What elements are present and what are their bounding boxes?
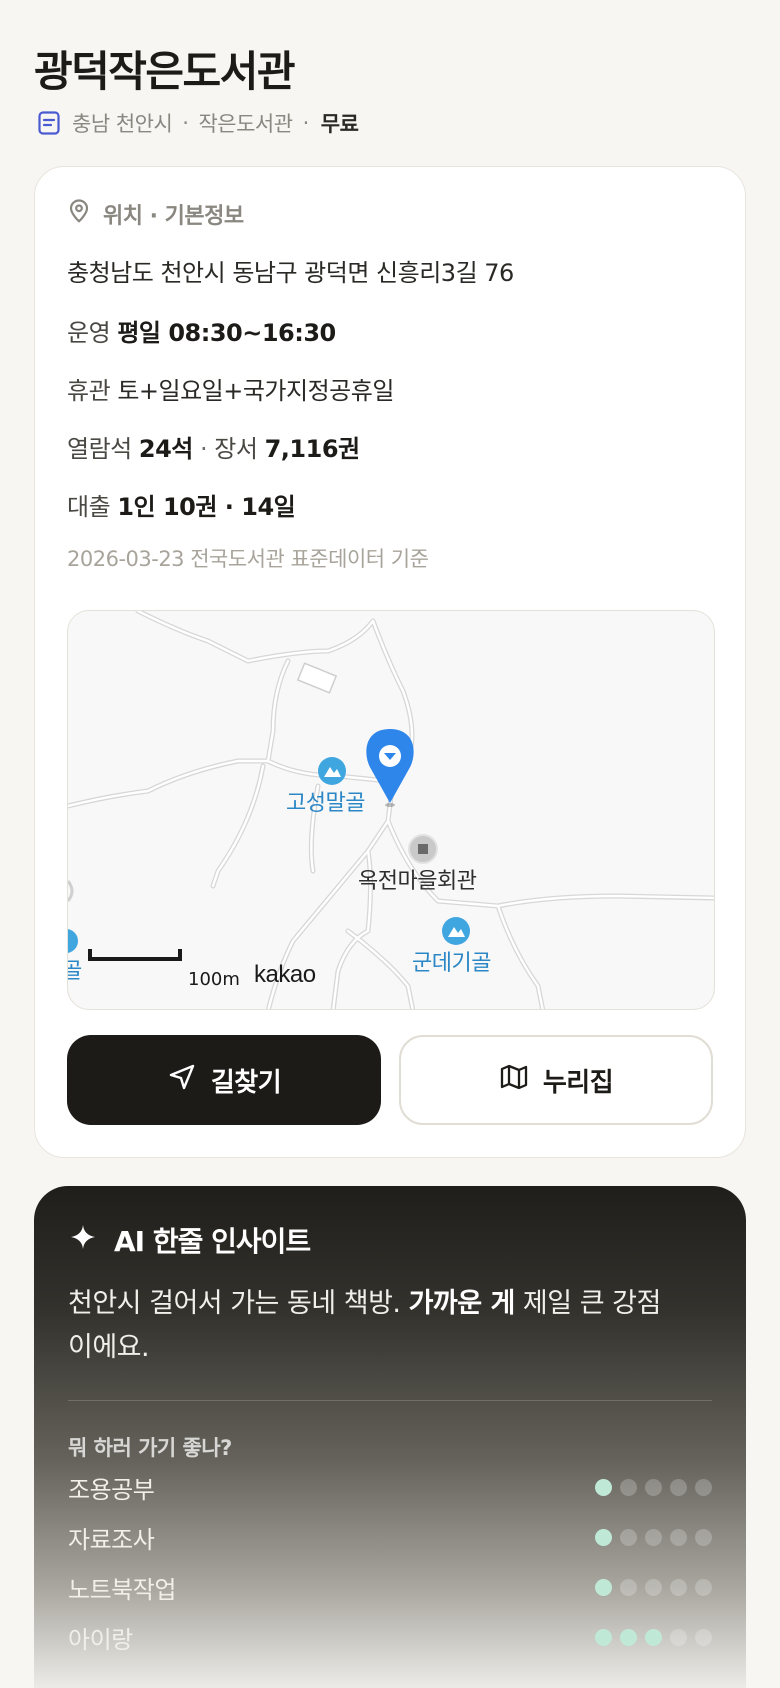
- purpose-row: 자료조사: [68, 1520, 712, 1554]
- rating-dot-empty: [620, 1578, 637, 1596]
- ai-insight-header: AI 한줄 인사이트: [70, 1220, 311, 1260]
- purpose-label: 자료조사: [68, 1525, 155, 1554]
- hours-row: 운영 평일 08:30~16:30: [67, 313, 336, 348]
- rating-dot-empty: [645, 1578, 662, 1596]
- data-source-note: 2026-03-23 전국도서관 표준데이터 기준: [67, 547, 429, 571]
- purpose-rating: [595, 1528, 712, 1546]
- price-badge: 무료: [320, 112, 359, 136]
- rating-dot-empty: [620, 1528, 637, 1546]
- map-provider-logo[interactable]: kakao: [254, 961, 316, 989]
- info-card: 위치 · 기본정보 충청남도 천안시 동남구 광덕면 신흥리3길 76 운영 평…: [34, 166, 746, 1158]
- hours-value: 평일 08:30~16:30: [117, 319, 336, 347]
- ai-insight-title: AI 한줄 인사이트: [114, 1225, 311, 1258]
- mountain-icon-a: [318, 757, 346, 785]
- loan-row: 대출 1인 10권 · 14일: [67, 487, 296, 522]
- seats-label: 열람석: [67, 435, 132, 463]
- rating-dot-empty: [695, 1528, 712, 1546]
- purpose-row: 노트북작업: [68, 1570, 712, 1604]
- purpose-row: 조용공부: [68, 1470, 712, 1504]
- rating-dot-empty: [670, 1628, 687, 1646]
- rating-dot-filled: [595, 1478, 612, 1496]
- purpose-rating: [595, 1578, 712, 1596]
- purpose-label: 조용공부: [68, 1475, 155, 1504]
- rating-dot-empty: [670, 1578, 687, 1596]
- info-section-title: 위치 · 기본정보: [103, 204, 244, 229]
- purpose-label: 아이랑: [68, 1625, 133, 1654]
- map-marker-icon: [366, 729, 414, 807]
- building-icon: [408, 834, 438, 864]
- map-label-place-c: 군데기골: [412, 951, 491, 976]
- ai-insight-text: 천안시 걸어서 가는 동네 책방. 가까운 게 제일 큰 강점이에요.: [68, 1288, 661, 1363]
- purpose-label: 노트북작업: [68, 1575, 176, 1604]
- rating-dot-empty: [645, 1478, 662, 1496]
- loan-value: 1인 10권 · 14일: [117, 493, 296, 521]
- map-roads: [68, 611, 714, 1009]
- closed-value: 토+일요일+국가지정공휴일: [117, 377, 394, 405]
- map-label-place-b: 옥전마을회관: [358, 869, 477, 894]
- mountain-icon-c: [442, 917, 470, 945]
- rating-dot-filled: [595, 1628, 612, 1646]
- map-fold-icon: [499, 1062, 529, 1099]
- rating-dot-empty: [670, 1528, 687, 1546]
- rating-dot-empty: [670, 1478, 687, 1496]
- rating-dot-filled: [595, 1528, 612, 1546]
- purpose-row: 아이랑: [68, 1620, 712, 1654]
- rating-dot-empty: [695, 1478, 712, 1496]
- seats-value: 24석: [138, 435, 193, 463]
- scale-bar: [88, 949, 182, 961]
- document-icon: [36, 110, 62, 136]
- page-title: 광덕작은도서관: [34, 47, 295, 96]
- directions-button[interactable]: 길찾기: [67, 1035, 381, 1125]
- library-type-text: 작은도서관: [198, 112, 293, 136]
- rating-dot-empty: [695, 1578, 712, 1596]
- info-section-header: 위치 · 기본정보: [67, 199, 244, 229]
- rating-dot-empty: [645, 1528, 662, 1546]
- rating-dot-empty: [620, 1478, 637, 1496]
- website-button-label: 누리집: [542, 1067, 614, 1098]
- location-pin-icon: [67, 198, 91, 230]
- region-text: 충남 천안시: [72, 112, 173, 136]
- books-label: 장서: [214, 435, 258, 463]
- rating-dot-empty: [695, 1628, 712, 1646]
- address-text: 충청남도 천안시 동남구 광덕면 신흥리3길 76: [67, 259, 514, 287]
- library-detail-page: 광덕작은도서관 충남 천안시 · 작은도서관 · 무료 위치 · 기본정보 충청…: [0, 0, 780, 1688]
- loan-label: 대출: [67, 493, 111, 521]
- location-map[interactable]: 고성말골 옥전마을회관 군데기골 골 100m kakao: [67, 610, 715, 1010]
- ai-divider: [68, 1400, 712, 1401]
- library-meta: 충남 천안시 · 작은도서관 · 무료: [36, 108, 359, 138]
- ai-insight-card: AI 한줄 인사이트 천안시 걸어서 가는 동네 책방. 가까운 게 제일 큰 …: [34, 1186, 746, 1688]
- navigation-arrow-icon: [167, 1062, 197, 1099]
- capacity-row: 열람석 24석 · 장서 7,116권: [67, 435, 361, 463]
- sparkle-icon: [70, 1224, 96, 1257]
- rating-dot-filled: [620, 1628, 637, 1646]
- closed-row: 휴관 토+일요일+국가지정공휴일: [67, 371, 394, 406]
- purpose-question: 뭐 하러 가기 좋나?: [68, 1436, 232, 1460]
- website-button[interactable]: 누리집: [399, 1035, 713, 1125]
- directions-button-label: 길찾기: [210, 1067, 282, 1098]
- purpose-rating: [595, 1628, 712, 1646]
- map-label-place-a: 고성말골: [286, 791, 365, 816]
- rating-dot-filled: [595, 1578, 612, 1596]
- purpose-rating: [595, 1478, 712, 1496]
- map-scale-text: 100m: [188, 969, 240, 990]
- ai-insight-highlight: 가까운 게: [408, 1288, 516, 1319]
- map-label-place-edge: 골: [68, 953, 82, 985]
- hours-label: 운영: [67, 319, 111, 347]
- rating-dot-filled: [645, 1628, 662, 1646]
- closed-label: 휴관: [67, 377, 111, 405]
- books-value: 7,116권: [264, 435, 361, 463]
